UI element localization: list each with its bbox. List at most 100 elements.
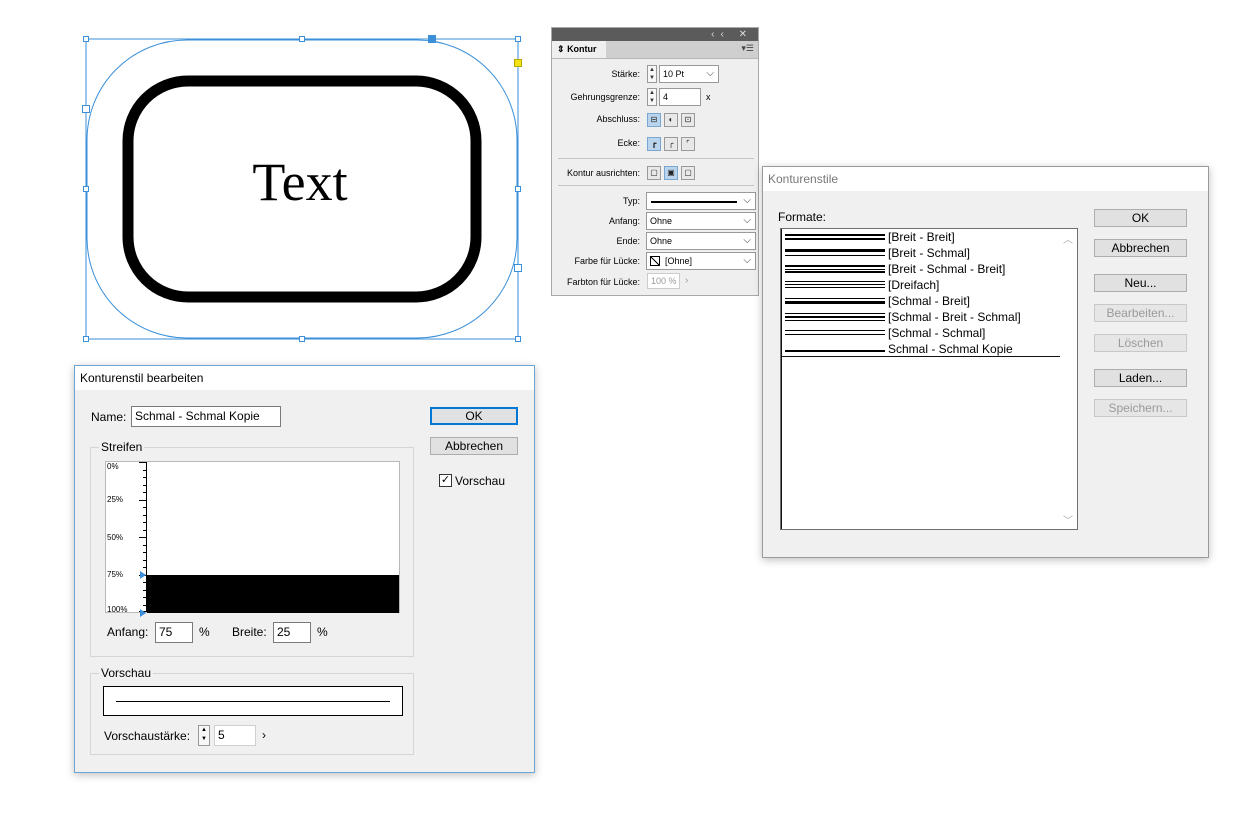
farbe-value: [Ohne]	[665, 256, 693, 266]
streifen-group: Streifen 0% 25% 50% 75% 100% Anfang: 75 …	[90, 440, 414, 657]
speichern-button[interactable]: Speichern...	[1094, 399, 1187, 417]
chevron-down-icon: ⌵	[743, 235, 751, 246]
round-join-icon[interactable]: ╭	[664, 137, 678, 151]
dialog-title[interactable]: Konturenstil bearbeiten	[75, 366, 534, 390]
list-item[interactable]: [Schmal - Breit]	[782, 293, 1061, 309]
list-item[interactable]: [Schmal - Schmal]	[782, 325, 1061, 341]
breite-unit: %	[317, 625, 328, 639]
staerke-dropdown[interactable]: 10 Pt ⌵	[659, 65, 719, 83]
ruler-label: 75%	[107, 570, 124, 579]
abbrechen-button[interactable]: Abbrechen	[1094, 239, 1187, 257]
list-separator	[782, 356, 1061, 357]
farbton-row: Farbton für Lücke: 100 % ›	[552, 273, 758, 291]
corner-radius-handle[interactable]	[428, 35, 436, 43]
stripe-end-handle[interactable]	[140, 609, 146, 617]
chevron-down-icon: ⌵	[743, 195, 751, 206]
butt-cap-icon[interactable]: ⊟	[647, 113, 661, 127]
dialog-title[interactable]: Konturenstile	[763, 167, 1208, 191]
loeschen-button[interactable]: Löschen	[1094, 334, 1187, 352]
name-input[interactable]: Schmal - Schmal Kopie	[131, 406, 281, 427]
handle-middle-left[interactable]	[82, 105, 90, 113]
projecting-cap-icon[interactable]: ⊡	[681, 113, 695, 127]
handle-bottom-center[interactable]	[299, 336, 305, 342]
handle-left-center[interactable]	[83, 186, 89, 192]
handle-right-center[interactable]	[515, 186, 521, 192]
list-item[interactable]: [Breit - Breit]	[782, 229, 1061, 245]
gehrung-input[interactable]: 4	[659, 88, 701, 106]
canvas-object[interactable]: Text	[0, 0, 540, 360]
stripe-start-handle[interactable]	[140, 571, 146, 579]
staerke-label: Stärke:	[611, 69, 640, 79]
list-item-label: [Breit - Schmal]	[888, 246, 971, 260]
round-cap-icon[interactable]: ◐	[664, 113, 678, 127]
chevron-right-icon[interactable]: ›	[262, 727, 266, 743]
stroke-style-sample	[785, 350, 885, 352]
align-center-stroke-icon[interactable]: ▢	[647, 166, 661, 180]
staerke-stepper[interactable]: ▲ ▼	[647, 65, 657, 83]
bearbeiten-button[interactable]: Bearbeiten...	[1094, 304, 1187, 322]
align-inside-stroke-icon[interactable]: ▣	[664, 166, 678, 180]
align-outside-stroke-icon[interactable]: ▢	[681, 166, 695, 180]
vorschaustaerke-stepper[interactable]: ▲ ▼	[198, 725, 210, 746]
ruler-tick	[143, 470, 146, 471]
list-scrollbar[interactable]: ︿ ﹀	[1060, 229, 1077, 529]
stroke-style-sample	[785, 281, 885, 288]
farbton-input[interactable]: 100 %	[647, 273, 680, 289]
panel-window-buttons[interactable]: ‹‹ ✕	[711, 28, 753, 41]
stripe-editor[interactable]: 0% 25% 50% 75% 100%	[105, 461, 400, 617]
miter-join-icon[interactable]: ┏	[647, 137, 661, 151]
anfang-dropdown[interactable]: Ohne ⌵	[646, 212, 756, 230]
list-item[interactable]: [Breit - Schmal - Breit]	[782, 261, 1061, 277]
ok-button[interactable]: OK	[1094, 209, 1187, 227]
typ-dropdown[interactable]: ⌵	[646, 192, 756, 210]
panel-menu-icon[interactable]: ▾☰	[741, 43, 754, 54]
stroke-style-sample	[785, 330, 885, 335]
farbe-label: Farbe für Lücke:	[574, 256, 640, 266]
handle-bottom-right[interactable]	[515, 336, 521, 342]
abbrechen-button[interactable]: Abbrechen	[430, 437, 518, 455]
gehrung-stepper[interactable]: ▲ ▼	[647, 88, 657, 106]
breite-input[interactable]: 25	[273, 622, 311, 643]
neu-button[interactable]: Neu...	[1094, 274, 1187, 292]
handle-top-center[interactable]	[299, 36, 305, 42]
farbe-dropdown[interactable]: [Ohne] ⌵	[646, 252, 756, 270]
list-item[interactable]: [Schmal - Breit - Schmal]	[782, 309, 1061, 325]
formate-list[interactable]: [Breit - Breit] [Breit - Schmal] [Breit …	[780, 228, 1078, 530]
live-corner-handle[interactable]	[514, 59, 522, 67]
scroll-up-icon[interactable]: ︿	[1063, 231, 1073, 246]
bevel-join-icon[interactable]: ⌜	[681, 137, 695, 151]
list-item[interactable]: [Dreifach]	[782, 277, 1061, 293]
anfang-input[interactable]: 75	[155, 622, 193, 643]
list-item[interactable]: Schmal - Schmal Kopie	[782, 341, 1061, 357]
handle-top-right[interactable]	[515, 36, 521, 42]
breite-label: Breite:	[232, 625, 267, 639]
stroke-style-sample	[785, 313, 885, 321]
ok-button[interactable]: OK	[430, 407, 518, 425]
list-item[interactable]: [Breit - Schmal]	[782, 245, 1061, 261]
ende-dropdown[interactable]: Ohne ⌵	[646, 232, 756, 250]
scroll-down-icon[interactable]: ﹀	[1063, 512, 1073, 527]
chevron-down-icon: ⌵	[743, 255, 751, 266]
streifen-label: Streifen	[99, 440, 145, 454]
stroke-style-sample	[785, 234, 885, 240]
vorschaustaerke-input[interactable]: 5	[214, 725, 256, 746]
vorschau-checkbox[interactable]: ✓	[439, 474, 452, 487]
farbton-label: Farbton für Lücke:	[566, 277, 640, 287]
handle-top-left[interactable]	[83, 36, 89, 42]
formate-label: Formate:	[778, 210, 827, 224]
stroke-style-sample	[785, 265, 885, 273]
farbe-row: Farbe für Lücke: [Ohne] ⌵	[552, 252, 758, 270]
handle-bottom-left[interactable]	[83, 336, 89, 342]
text-frame[interactable]: Text	[205, 150, 395, 214]
ruler-tick	[143, 545, 146, 546]
handle-middle-right[interactable]	[514, 264, 522, 272]
stripe-bar[interactable]	[147, 575, 399, 613]
ausrichten-row: Kontur ausrichten: ▢ ▣ ▢	[552, 165, 758, 183]
chevron-right-icon[interactable]: ›	[685, 275, 688, 286]
laden-button[interactable]: Laden...	[1094, 369, 1187, 387]
tab-kontur[interactable]: ⇕ Kontur	[552, 41, 606, 58]
typ-label: Typ:	[622, 196, 640, 206]
panel-titlebar[interactable]: ‹‹ ✕	[552, 28, 758, 41]
list-item-label: [Dreifach]	[888, 278, 940, 292]
list-item-label: [Schmal - Breit]	[888, 294, 971, 308]
